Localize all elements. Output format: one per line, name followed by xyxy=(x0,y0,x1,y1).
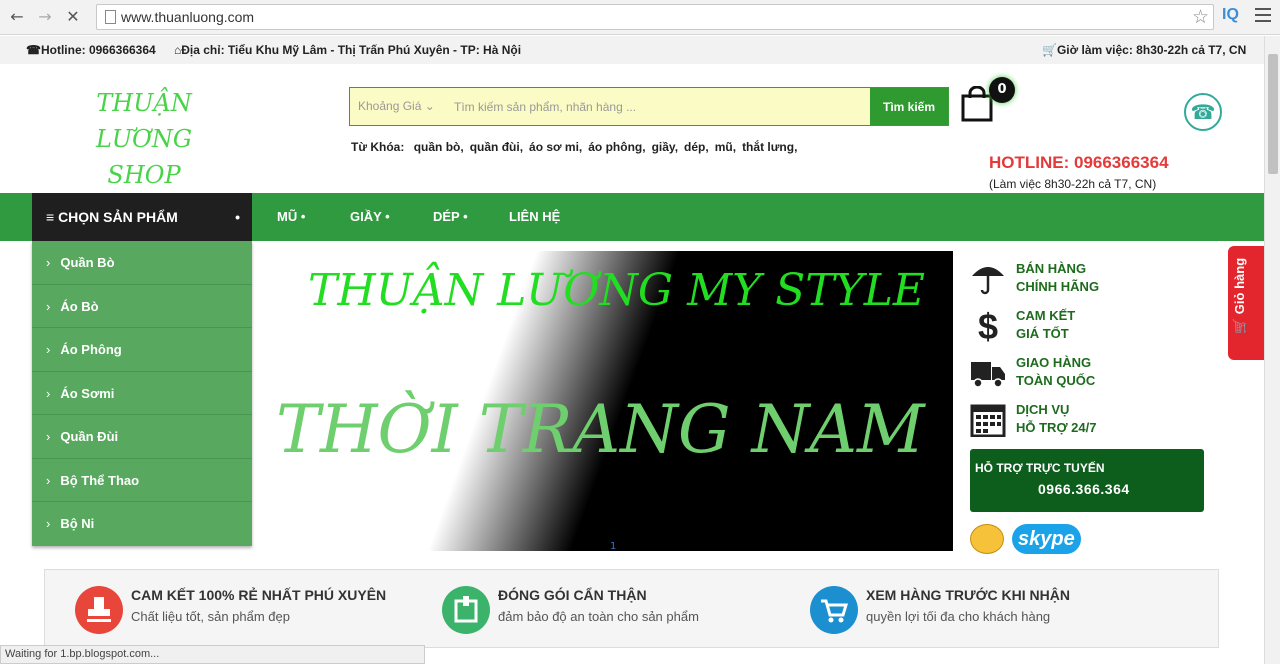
keywords-label: Từ Khóa: xyxy=(351,140,405,154)
dot-icon: • xyxy=(235,209,240,225)
page-scrollbar[interactable] xyxy=(1264,36,1280,664)
keyword-link[interactable]: dép, xyxy=(684,140,709,154)
commitment-strip: CAM KẾT 100% RẺ NHẤT PHÚ XUYÊN Chất liệu… xyxy=(44,569,1219,648)
extension-iq-icon[interactable]: IQ xyxy=(1222,6,1239,24)
browser-menu-icon[interactable] xyxy=(1255,8,1271,24)
commitment-title: CAM KẾT 100% RẺ NHẤT PHÚ XUYÊN xyxy=(131,587,387,603)
scrollbar-thumb[interactable] xyxy=(1268,54,1278,174)
topbar-address: ⌂Địa chỉ: Tiểu Khu Mỹ Lâm - Thị Trấn Phú… xyxy=(174,43,522,57)
cart-icon xyxy=(810,586,858,634)
header-hours: (Làm việc 8h30-22h cả T7, CN) xyxy=(989,177,1157,191)
keyword-link[interactable]: áo phông, xyxy=(588,140,645,154)
topbar-hours: 🛒Giờ làm việc: 8h30-22h cả T7, CN xyxy=(1042,43,1247,57)
forward-arrow-icon[interactable]: → xyxy=(34,6,56,28)
commitment-title: ĐÓNG GÓI CẨN THẬN xyxy=(498,587,647,603)
commitment-subtitle: quyền lợi tối đa cho khách hàng xyxy=(866,609,1051,624)
logo-line-1: THUẬN LƯƠNG xyxy=(95,89,192,153)
category-item[interactable]: › Bộ Ni xyxy=(32,502,252,546)
bookmark-star-icon[interactable]: ☆ xyxy=(1192,6,1209,28)
search-button[interactable]: Tìm kiếm xyxy=(870,88,948,125)
page-icon xyxy=(105,10,116,24)
category-item[interactable]: › Áo Sơmi xyxy=(32,372,252,415)
hero-banner[interactable]: THUẬN LƯƠNG MY STYLE THỜI TRANG NAM xyxy=(266,251,953,551)
banner-subtitle: THỜI TRANG NAM xyxy=(276,391,925,468)
package-icon xyxy=(442,586,490,634)
shop-logo[interactable]: THUẬN LƯƠNG SHOP xyxy=(46,85,242,193)
side-cart-tab[interactable]: 🛒 Giỏ hàng xyxy=(1228,246,1264,360)
commitment-subtitle: Chất liệu tốt, sản phẩm đẹp xyxy=(131,609,290,624)
feature-item: GIAO HÀNG TOÀN QUỐC xyxy=(970,354,1170,394)
category-item[interactable]: › Quần Đùi xyxy=(32,415,252,459)
keyword-link[interactable]: quần đùi, xyxy=(470,140,523,154)
browser-toolbar: ← → ✕ www.thuanluong.com ☆ IQ xyxy=(0,0,1280,35)
choose-product-label: CHỌN SẢN PHẨM xyxy=(58,209,178,225)
search-input[interactable] xyxy=(446,88,870,125)
banner-title: THUẬN LƯƠNG MY STYLE xyxy=(308,265,926,316)
price-range-select[interactable]: Khoảng Giá ⌄ xyxy=(350,88,442,125)
skype-button[interactable]: skype xyxy=(970,522,1090,556)
svg-text:$: $ xyxy=(978,307,998,343)
main-navigation: ≡ CHỌN SẢN PHẨM • MŨ • GIẦY • DÉP • LIÊN… xyxy=(0,193,1264,241)
choose-product-button[interactable]: ≡ CHỌN SẢN PHẨM • xyxy=(32,193,252,241)
umbrella-icon xyxy=(972,267,1004,295)
dollar-icon: $ xyxy=(978,307,998,343)
phone-icon[interactable]: ☎ xyxy=(1184,93,1222,131)
category-item[interactable]: › Áo Phông xyxy=(32,328,252,372)
support-title: HỖ TRỢ TRỰC TUYẾN xyxy=(975,461,1105,475)
url-text: www.thuanluong.com xyxy=(121,9,255,25)
category-item[interactable]: › Quần Bò xyxy=(32,241,252,285)
keyword-list: Từ Khóa: quần bò, quần đùi, áo sơ mi, áo ph… xyxy=(351,140,803,154)
browser-status-bar: Waiting for 1.bp.blogspot.com... xyxy=(0,645,425,664)
nav-link-lien-he[interactable]: LIÊN HỆ xyxy=(509,193,560,241)
logo-line-2: SHOP xyxy=(107,161,181,189)
nav-link-dep[interactable]: DÉP • xyxy=(433,193,468,241)
address-bar[interactable]: www.thuanluong.com ☆ xyxy=(96,4,1214,30)
skype-logo: skype xyxy=(1012,524,1081,554)
category-item[interactable]: › Áo Bò xyxy=(32,285,252,328)
keyword-link[interactable]: quần bò, xyxy=(414,140,464,154)
feature-item: $ CAM KẾT GIÁ TỐT xyxy=(970,307,1170,347)
feature-item: BÁN HÀNG CHÍNH HÃNG xyxy=(970,260,1170,300)
smiley-icon xyxy=(970,524,1004,554)
topbar-hotline: ☎Hotline: 0966366364 xyxy=(26,43,156,57)
nav-link-giay[interactable]: GIẦY • xyxy=(350,193,390,241)
keyword-link[interactable]: áo sơ mi, xyxy=(529,140,582,154)
commitment-title: XEM HÀNG TRƯỚC KHI NHẬN xyxy=(866,587,1070,603)
hamburger-icon: ≡ xyxy=(46,209,55,225)
keyword-link[interactable]: thắt lưng, xyxy=(742,140,797,154)
commitment-subtitle: đảm bảo độ an toàn cho sản phẩm xyxy=(498,609,699,624)
header-hotline: HOTLINE: 0966366364 xyxy=(989,153,1169,172)
feature-item: DỊCH VỤ HỖ TRỢ 24/7 xyxy=(970,401,1170,441)
chevron-down-icon: ⌄ xyxy=(424,99,435,113)
back-arrow-icon[interactable]: ← xyxy=(6,6,28,28)
top-info-bar: ☎Hotline: 0966366364 ⌂Địa chỉ: Tiểu Khu … xyxy=(0,36,1264,64)
keyword-link[interactable]: mũ, xyxy=(715,140,736,154)
keyword-link[interactable]: giầy, xyxy=(652,140,678,154)
side-cart-label: 🛒 Giỏ hàng xyxy=(1232,257,1247,334)
truck-icon xyxy=(971,362,1005,388)
support-phone: 0966.366.364 xyxy=(1038,481,1130,497)
stop-loading-icon[interactable]: ✕ xyxy=(62,6,84,28)
stamp-icon xyxy=(75,586,123,634)
banner-pager[interactable]: 1 xyxy=(610,541,616,552)
online-support-box[interactable]: HỖ TRỢ TRỰC TUYẾN 0966.366.364 xyxy=(970,449,1204,512)
nav-link-mu[interactable]: MŨ • xyxy=(277,193,305,241)
calendar-icon xyxy=(970,404,1006,437)
category-menu: › Quần Bò › Áo Bò › Áo Phông › Áo Sơmi › Quần… xyxy=(32,241,252,546)
search-bar: Khoảng Giá ⌄ Tìm kiếm xyxy=(349,87,949,126)
cart-count-badge: 0 xyxy=(989,77,1015,103)
category-item[interactable]: › Bộ Thể Thao xyxy=(32,459,252,502)
